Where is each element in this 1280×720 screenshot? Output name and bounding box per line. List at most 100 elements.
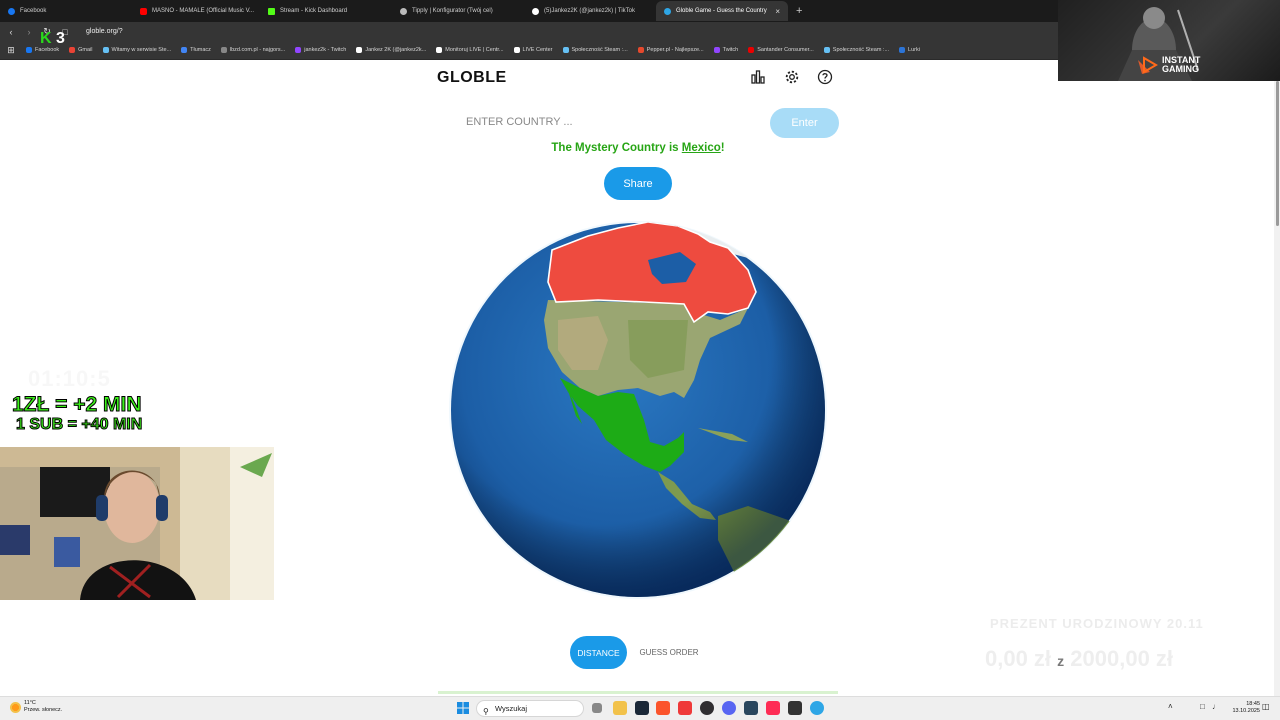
windows-start-icon[interactable] xyxy=(457,702,469,714)
browser-tab-active[interactable]: Globle Game - Guess the Country × xyxy=(656,1,788,21)
file-explorer-icon[interactable] xyxy=(613,701,627,715)
clock-time: 18:45 xyxy=(1246,701,1260,707)
bookmark-favicon-icon xyxy=(69,47,76,53)
bookmark-favicon-icon xyxy=(356,47,363,53)
bookmark-item[interactable]: Tłumacz xyxy=(181,47,211,53)
steam-icon[interactable] xyxy=(635,701,649,715)
bookmark-favicon-icon xyxy=(220,47,227,53)
notification-icon[interactable]: ◫ xyxy=(1262,702,1270,711)
search-label: Wyszukaj xyxy=(495,704,528,713)
tipply-icon xyxy=(400,7,407,15)
tab-title: Facebook xyxy=(20,8,47,14)
apps-grid-icon[interactable]: ⊞ xyxy=(6,45,16,56)
mystery-country-link[interactable]: Mexico xyxy=(682,142,721,154)
bookmark-label: Tłumacz xyxy=(190,47,211,53)
bookmark-item[interactable]: Pepper.pl - Najlepsze... xyxy=(637,47,704,53)
globle-logo[interactable]: GLOBLE xyxy=(437,69,507,87)
bookmark-item[interactable]: Społeczność Steam :... xyxy=(562,47,628,53)
tab-title: MASNO - MAMALE (Official Music V... xyxy=(152,8,255,14)
statistics-icon[interactable] xyxy=(750,69,766,85)
help-icon[interactable] xyxy=(817,69,833,85)
weather-sun-icon[interactable] xyxy=(10,702,21,713)
bookmark-item[interactable]: jankez2k - Twitch xyxy=(295,47,346,53)
bookmark-label: Lurki xyxy=(908,47,920,53)
bookmark-label: Santander Consumer... xyxy=(757,47,814,53)
close-tab-icon[interactable]: × xyxy=(775,7,780,16)
bookmark-item[interactable]: LIVE Center xyxy=(513,47,553,53)
globle-page: GLOBLE Enter The Mystery Country is Mexi… xyxy=(0,61,1058,696)
forward-icon[interactable]: › xyxy=(24,27,34,37)
tab-title: Stream - Kick Dashboard xyxy=(280,8,348,14)
enter-button[interactable]: Enter xyxy=(770,108,839,138)
kick-counter: K 3 xyxy=(40,30,65,48)
browser-tab[interactable]: Stream - Kick Dashboard xyxy=(260,1,392,21)
system-clock[interactable]: 18:45 13.10.2025 xyxy=(1232,701,1260,715)
tab-title: (5)Jankez2K (@jankez2k) | TikTok xyxy=(544,8,636,14)
gift-goal-title: PREZENT URODZINOWY 20.11 xyxy=(990,616,1204,631)
bookmark-item[interactable]: Gmail xyxy=(69,47,93,53)
taskbar-search[interactable]: ⚲ Wyszukaj xyxy=(476,700,584,717)
new-tab-button[interactable]: + xyxy=(788,5,810,17)
bookmark-label: lbzd.com.pl - najgors... xyxy=(229,47,286,53)
obs-icon[interactable] xyxy=(700,701,714,715)
bookmark-item[interactable]: Monitoruj LIVE | Centr... xyxy=(436,47,504,53)
network-icon[interactable]: □ xyxy=(1200,702,1205,711)
webcam-feed xyxy=(0,447,274,600)
youtube-icon xyxy=(140,7,147,15)
bookmark-favicon-icon xyxy=(637,47,644,53)
globe-map[interactable] xyxy=(448,220,828,600)
browser-app-icon[interactable] xyxy=(810,701,824,715)
bookmark-favicon-icon xyxy=(295,47,302,53)
steam-chat-icon[interactable] xyxy=(744,701,758,715)
browser-tab[interactable]: (5)Jankez2K (@jankez2k) | TikTok xyxy=(524,1,656,21)
browser-tab[interactable]: MASNO - MAMALE (Official Music V... xyxy=(132,1,260,21)
bookmark-favicon-icon xyxy=(562,47,569,53)
bookmark-favicon-icon xyxy=(899,47,906,53)
instant-gaming-icon xyxy=(1143,56,1158,74)
task-view-icon[interactable] xyxy=(592,703,602,713)
vivaldi-icon[interactable] xyxy=(678,701,692,715)
subathon-timer: 01:10:5 xyxy=(28,366,111,391)
guess-list-edge xyxy=(438,691,838,694)
game-launcher-icon[interactable] xyxy=(788,701,802,715)
weather-temp: 11°C xyxy=(24,700,36,706)
bookmark-favicon-icon xyxy=(513,47,520,53)
brave-icon[interactable] xyxy=(656,701,670,715)
tray-chevron-icon[interactable]: ˄ xyxy=(1168,702,1173,711)
bookmark-label: Jankez 2K (@jankez2k... xyxy=(365,47,427,53)
bookmark-label: Społeczność Steam :... xyxy=(571,47,628,53)
bookmark-label: Monitoruj LIVE | Centr... xyxy=(445,47,504,53)
gift-goal-amount: 0,00 zł z 2000,00 zł xyxy=(985,646,1173,672)
stream-overlay-logo: INSTANT GAMING xyxy=(1058,0,1280,81)
weather-widget[interactable]: 11°C Przew. słonecz. xyxy=(24,700,62,714)
country-input[interactable] xyxy=(466,112,766,132)
settings-gear-icon[interactable] xyxy=(784,69,800,85)
browser-tab[interactable]: Tipply | Konfigurator (Twój cel) xyxy=(392,1,524,21)
back-icon[interactable]: ‹ xyxy=(6,27,16,37)
discord-icon[interactable] xyxy=(722,701,736,715)
bookmark-item[interactable]: Witamy w serwisie Ste... xyxy=(102,47,172,53)
bookmark-item[interactable]: Jankez 2K (@jankez2k... xyxy=(356,47,426,53)
bookmark-label: Witamy w serwisie Ste... xyxy=(111,47,172,53)
bookmark-label: Pepper.pl - Najlepsze... xyxy=(646,47,704,53)
bookmark-item[interactable]: Twitch xyxy=(713,47,738,53)
share-button[interactable]: Share xyxy=(604,167,672,200)
search-icon: ⚲ xyxy=(483,707,489,716)
kick-count: 3 xyxy=(56,30,65,47)
gift-current: 0,00 zł xyxy=(985,646,1052,671)
volume-icon[interactable]: ♩ xyxy=(1212,702,1220,711)
url-field[interactable]: globle.org/? xyxy=(86,28,123,35)
bookmark-item[interactable]: Lurki xyxy=(899,47,920,53)
page-scrollbar[interactable] xyxy=(1274,61,1280,696)
distance-tab[interactable]: DISTANCE xyxy=(570,636,627,669)
gift-goal: 2000,00 zł xyxy=(1070,646,1174,671)
guess-order-tab[interactable]: GUESS ORDER xyxy=(636,636,702,669)
tiktok-live-icon[interactable] xyxy=(766,701,780,715)
browser-tab[interactable]: Facebook xyxy=(0,1,132,21)
bookmark-item[interactable]: lbzd.com.pl - najgors... xyxy=(220,47,286,53)
bookmark-item[interactable]: Społeczność Steam :... xyxy=(823,47,889,53)
bookmark-favicon-icon xyxy=(823,47,830,53)
scroll-thumb[interactable] xyxy=(1276,81,1279,226)
brand-line-2: GAMING xyxy=(1162,64,1199,74)
bookmark-item[interactable]: Santander Consumer... xyxy=(748,47,814,53)
